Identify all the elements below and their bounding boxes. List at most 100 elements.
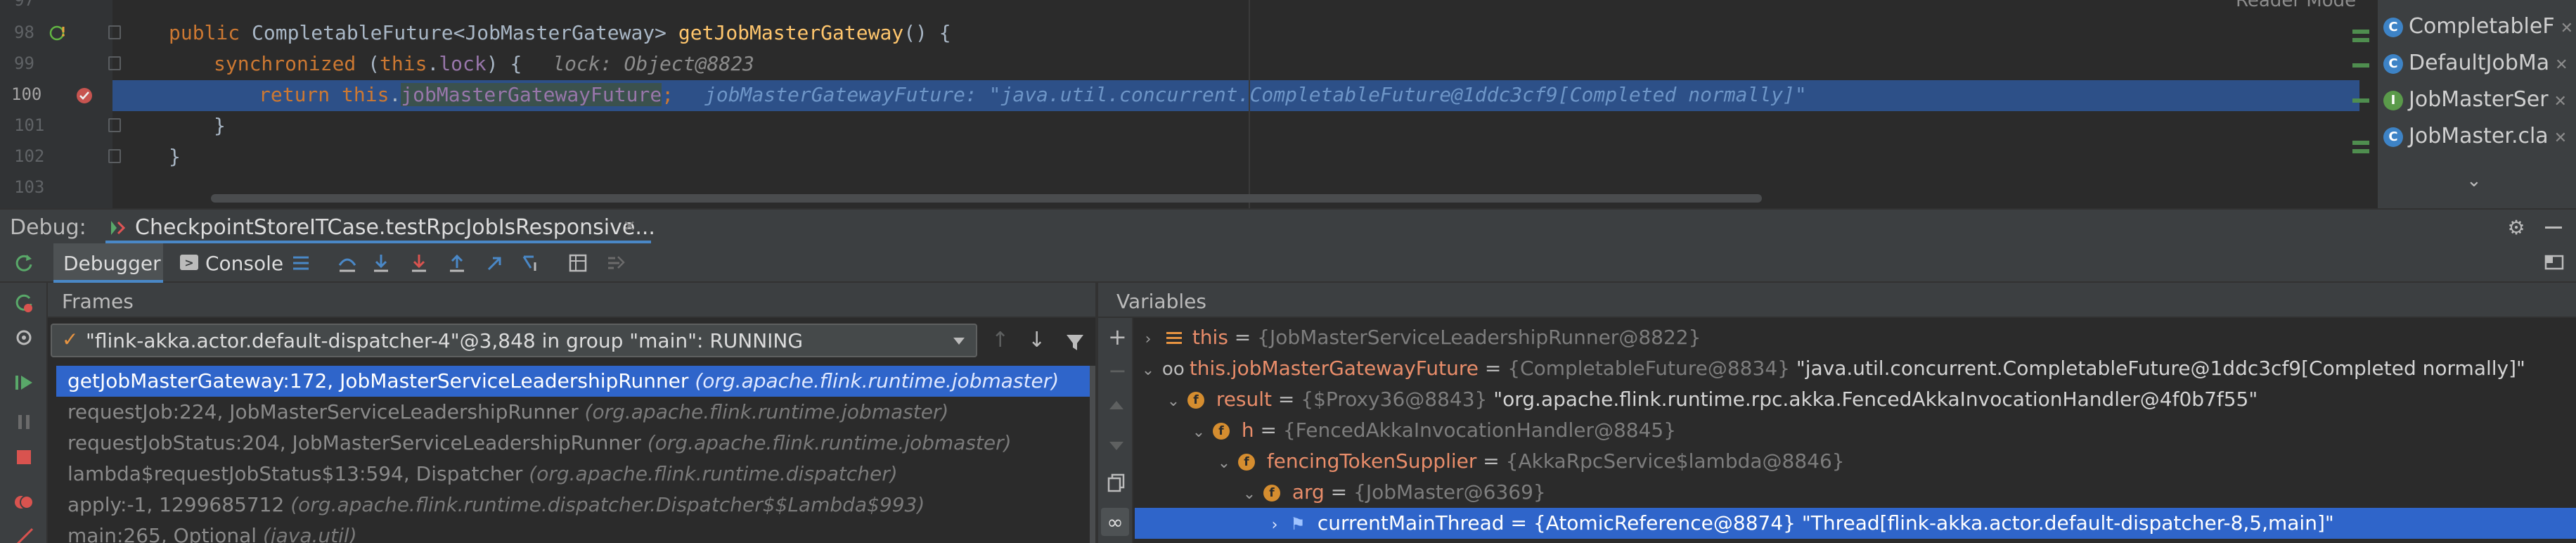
close-icon[interactable]: ✕ [2554, 129, 2567, 147]
minimize-icon[interactable] [2545, 226, 2562, 229]
drop-frame-icon[interactable] [484, 250, 506, 276]
chevron-down-icon[interactable]: ⌄ [1140, 355, 1156, 386]
code-line-100: return this.jobMasterGatewayFuture; jobMa… [259, 83, 1807, 106]
line-number: 103 [14, 177, 45, 197]
variable-row[interactable]: ⌄ f result = {$Proxy36@8843} "org.apache… [1166, 384, 2258, 415]
chevron-down-icon[interactable]: ⌄ [1242, 479, 1257, 510]
error-stripe-marker[interactable] [2352, 149, 2369, 153]
error-stripe-marker[interactable] [2352, 38, 2369, 42]
arrow-down-icon[interactable]: ↓ [1028, 328, 1045, 352]
step-over-icon[interactable] [370, 250, 392, 276]
gear-icon[interactable]: ⚙ [2506, 216, 2527, 239]
code-token: . [427, 52, 439, 75]
close-icon[interactable]: ✕ [2554, 93, 2567, 110]
frames-scrollbar[interactable] [1090, 366, 1095, 543]
pause-icon[interactable] [10, 408, 38, 436]
recent-file-label: CompletableF [2409, 14, 2555, 39]
field-icon: f [1263, 485, 1280, 502]
recent-file-tab[interactable]: C JobMaster.cla ✕ [2383, 118, 2567, 155]
session-tab-label[interactable]: CheckpointStoreITCase.testRpcJobIsRespon… [135, 215, 655, 240]
resume-icon[interactable] [10, 369, 38, 397]
rerun-icon[interactable] [13, 252, 35, 274]
chevron-down-icon[interactable]: ⌄ [1191, 417, 1206, 448]
code-token: this [342, 83, 389, 106]
stop-icon[interactable] [10, 443, 38, 471]
chevron-down-icon[interactable]: ⌄ [1216, 448, 1232, 479]
variable-row[interactable]: › this = {JobMasterServiceLeadershipRunn… [1140, 322, 1701, 353]
fold-marker-icon[interactable] [108, 25, 121, 39]
line-number: 100 [11, 84, 42, 104]
variable-row[interactable]: ⌄ f arg = {JobMaster@6369} [1242, 477, 1546, 508]
line-number: 102 [14, 146, 45, 166]
settings-side-icon[interactable] [10, 324, 38, 352]
implementation-gutter-icon[interactable] [49, 24, 67, 42]
stack-frame[interactable]: requestJob:224, JobMasterServiceLeadersh… [56, 397, 1090, 428]
show-execution-point-icon[interactable] [336, 250, 359, 276]
recent-files-panel-header [2420, 0, 2561, 3]
line-number: 97 [14, 0, 34, 10]
error-stripe-marker[interactable] [2352, 141, 2369, 145]
chevron-right-icon[interactable]: › [1140, 324, 1156, 355]
error-stripe-marker[interactable] [2352, 63, 2369, 68]
recent-file-label: JobMasterSer [2409, 87, 2549, 112]
stack-frame[interactable]: lambda$requestJobStatus$13:594, Dispatch… [56, 459, 1090, 490]
breakpoint-icon[interactable] [75, 86, 94, 106]
variable-row[interactable]: ⌄ f fencingTokenSupplier = {AkkaRpcServi… [1216, 446, 1845, 477]
variable-name: arg [1292, 480, 1325, 504]
close-icon[interactable]: ✕ [2561, 20, 2573, 37]
stack-frame[interactable]: apply:-1, 1299685712 (org.apache.flink.r… [56, 490, 1090, 520]
frame-method: getJobMasterGateway:172, JobMasterServic… [67, 369, 689, 392]
fold-marker-icon[interactable] [108, 118, 121, 132]
tab-console[interactable]: > Console [177, 243, 283, 283]
recent-file-tab[interactable]: C CompletableF ✕ [2383, 8, 2573, 45]
inline-debug-value: jobMasterGatewayFuture: "java.util.concu… [704, 83, 1807, 106]
error-stripe-marker[interactable] [2352, 30, 2369, 34]
frame-package: (org.apache.flink.runtime.jobmaster) [695, 369, 1060, 392]
move-up-icon[interactable] [1109, 401, 1123, 409]
move-down-icon[interactable] [1109, 442, 1123, 450]
rerun-failed-icon[interactable] [10, 288, 38, 317]
stack-frame[interactable]: main:265, Optional (java.util) [56, 520, 1090, 543]
trace-current-stream-icon[interactable] [605, 250, 627, 276]
recent-file-tab[interactable]: I JobMasterSer ✕ [2383, 82, 2567, 118]
stack-frame[interactable]: getJobMasterGateway:172, JobMasterServic… [56, 366, 1090, 397]
infinity-icon[interactable]: ∞ [1101, 508, 1129, 536]
restore-layout-icon[interactable] [2544, 252, 2565, 273]
variable-row[interactable]: ⌄ f h = {FencedAkkaInvocationHandler@884… [1191, 415, 1676, 446]
remove-watch-icon[interactable]: − [1108, 357, 1127, 384]
check-icon: ✓ [62, 328, 79, 351]
variable-row[interactable]: ⌄ oo this.jobMasterGatewayFuture = {Comp… [1140, 353, 2525, 384]
code-token: getJobMasterGateway [678, 21, 904, 44]
layout-menu-icon[interactable] [291, 253, 311, 273]
filter-icon[interactable] [1064, 332, 1086, 353]
add-watch-icon[interactable]: + [1108, 324, 1127, 350]
variable-row[interactable]: › ⚑ currentMainThread = {AtomicReference… [1267, 508, 2334, 539]
close-icon[interactable]: ✕ [2555, 56, 2568, 74]
fold-marker-icon[interactable] [108, 149, 121, 163]
run-to-cursor-icon[interactable] [520, 250, 543, 276]
frame-method: requestJob:224, JobMasterServiceLeadersh… [67, 400, 579, 423]
step-out-icon[interactable] [446, 250, 468, 276]
fold-marker-icon[interactable] [108, 56, 121, 70]
variable-name: this [1192, 326, 1228, 349]
close-session-icon[interactable]: ✕ [623, 218, 636, 236]
code-token: () { [903, 21, 951, 44]
code-token: . [389, 83, 401, 106]
tab-debugger[interactable]: Debugger [53, 243, 163, 283]
chevron-right-icon[interactable]: › [1267, 510, 1282, 541]
view-breakpoints-icon[interactable] [10, 488, 38, 516]
thread-selector[interactable]: ✓ "flink-akka.actor.default-dispatcher-4… [51, 324, 977, 357]
stack-frame[interactable]: requestJobStatus:204, JobMasterServiceLe… [56, 428, 1090, 459]
error-stripe-marker[interactable] [2352, 98, 2369, 103]
reader-mode-link[interactable]: Reader Mode [2236, 0, 2356, 11]
step-into-icon[interactable] [408, 250, 430, 276]
chevron-down-icon[interactable]: ⌄ [1166, 386, 1181, 417]
mute-breakpoints-icon[interactable] [10, 523, 38, 543]
arrow-up-icon[interactable]: ↑ [991, 328, 1009, 352]
chevron-down-icon[interactable]: ⌄ [2466, 170, 2482, 191]
copy-icon[interactable] [1107, 473, 1126, 492]
evaluate-expression-icon[interactable] [567, 250, 589, 276]
editor-horizontal-scrollbar[interactable] [211, 194, 1762, 203]
variable-ref: {AtomicReference@8874} [1533, 511, 1796, 535]
recent-file-tab[interactable]: C DefaultJobMa ✕ [2383, 45, 2568, 82]
